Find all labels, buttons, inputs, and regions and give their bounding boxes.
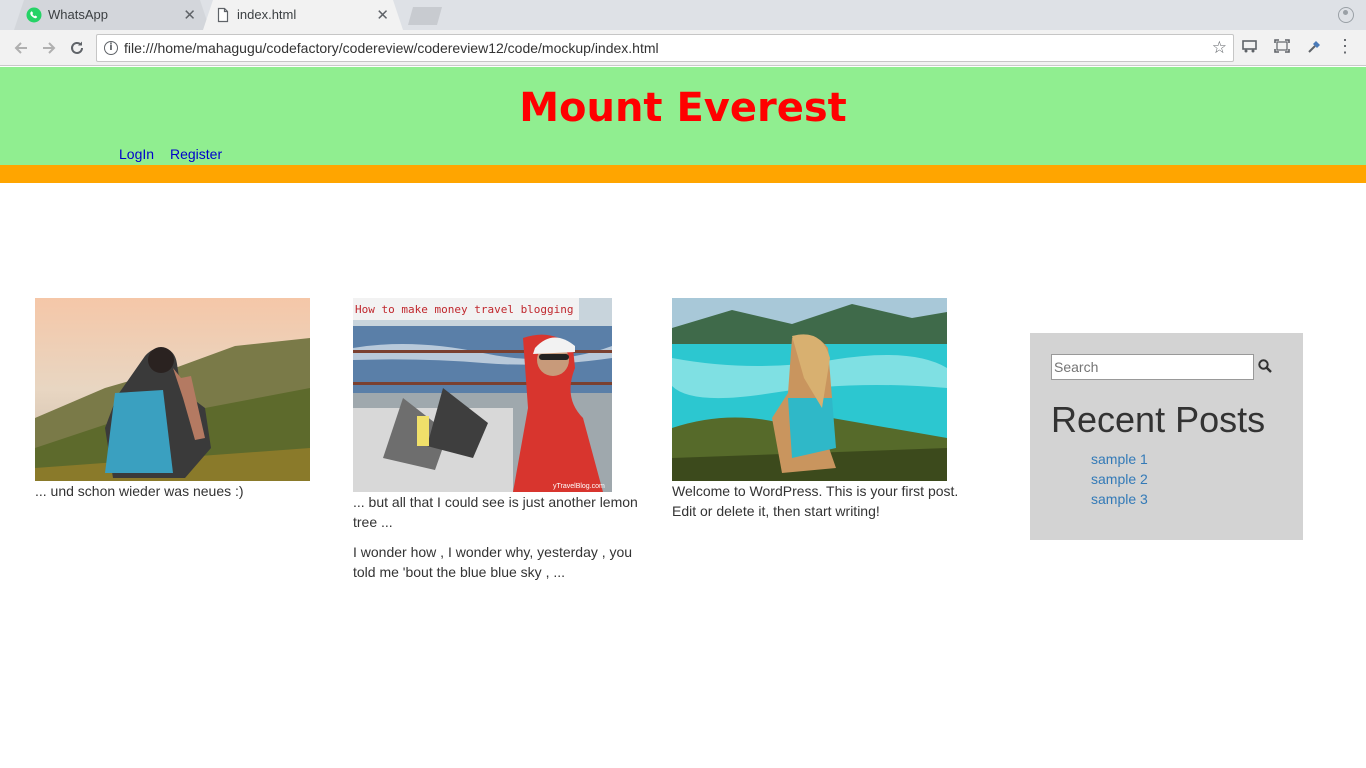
cast-extension-icon[interactable]: [1240, 38, 1260, 58]
close-icon[interactable]: ✕: [183, 6, 196, 24]
post-excerpt: I wonder how , I wonder why, yesterday ,…: [353, 544, 633, 580]
reload-icon[interactable]: [65, 36, 89, 60]
recent-posts-list: sample 1 sample 2 sample 3: [1091, 449, 1148, 509]
browser-tabstrip: WhatsApp ✕ index.html ✕: [0, 0, 1366, 30]
recent-post-link[interactable]: sample 1: [1091, 449, 1148, 469]
nav-register-link[interactable]: Register: [170, 146, 222, 162]
info-icon[interactable]: i: [104, 41, 118, 55]
eyedropper-icon[interactable]: [1305, 38, 1325, 58]
post-excerpt: ... und schon wieder was neues :): [35, 483, 244, 499]
post-image[interactable]: How to make money travel blogging yTrave…: [353, 298, 612, 492]
recent-post-link[interactable]: sample 2: [1091, 469, 1148, 489]
tab-label: WhatsApp: [48, 7, 108, 22]
recent-post-link[interactable]: sample 3: [1091, 489, 1148, 509]
image-watermark: yTravelBlog.com: [553, 483, 605, 490]
back-arrow-icon[interactable]: [9, 36, 33, 60]
post-card: Welcome to WordPress. This is your first…: [672, 298, 972, 521]
profile-icon[interactable]: [1338, 7, 1354, 23]
site-title: Mount Everest: [519, 85, 847, 131]
star-icon[interactable]: ☆: [1212, 38, 1227, 58]
page-content: Mount Everest LogIn Register ... und sch…: [0, 67, 1366, 768]
search-input[interactable]: [1051, 354, 1254, 380]
search-icon[interactable]: [1258, 359, 1272, 373]
tab-whatsapp[interactable]: WhatsApp ✕: [14, 0, 210, 30]
post-card: ... und schon wieder was neues :): [35, 298, 335, 501]
site-header: Mount Everest LogIn Register: [0, 67, 1366, 165]
tab-index-html[interactable]: index.html ✕: [203, 0, 403, 30]
forward-arrow-icon[interactable]: [37, 36, 61, 60]
new-tab-button[interactable]: [408, 7, 442, 25]
nav-login-link[interactable]: LogIn: [119, 146, 154, 162]
post-excerpt: Welcome to WordPress. This is your first…: [672, 483, 959, 519]
whatsapp-icon: [26, 7, 42, 23]
fullscreen-icon[interactable]: [1272, 38, 1292, 58]
address-url: file:///home/mahagugu/codefactory/codere…: [124, 40, 659, 56]
menu-kebab-icon[interactable]: ⋮: [1335, 36, 1355, 56]
address-bar[interactable]: i file:///home/mahagugu/codefactory/code…: [96, 34, 1234, 62]
orange-divider-bar: [0, 165, 1366, 183]
sidebar: Recent Posts sample 1 sample 2 sample 3: [1030, 333, 1303, 540]
post-excerpt: ... but all that I could see is just ano…: [353, 494, 638, 530]
post-image[interactable]: [672, 298, 947, 481]
tab-label: index.html: [237, 7, 297, 22]
document-icon: [217, 7, 229, 23]
post-card: How to make money travel blogging yTrave…: [353, 298, 653, 582]
browser-toolbar: i file:///home/mahagugu/codefactory/code…: [0, 30, 1366, 66]
recent-posts-heading: Recent Posts: [1051, 399, 1266, 440]
post-image[interactable]: [35, 298, 310, 481]
close-icon[interactable]: ✕: [376, 6, 389, 24]
image-caption: How to make money travel blogging: [355, 303, 574, 316]
